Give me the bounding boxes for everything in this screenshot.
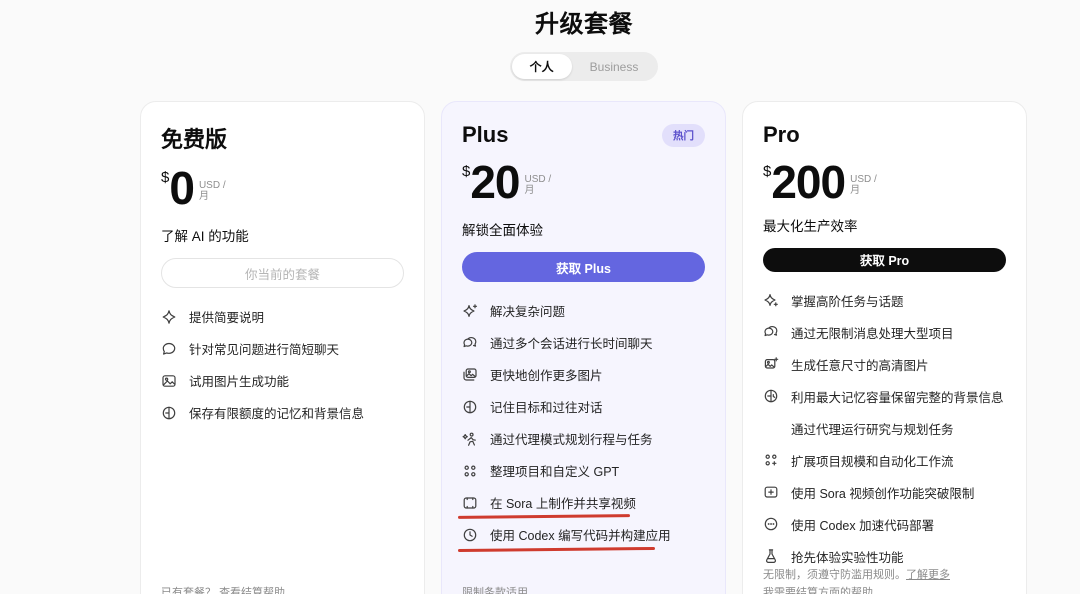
images-icon: [462, 367, 478, 383]
page-title: 升级套餐: [140, 4, 1028, 39]
plan-card-pro: Pro $ 200 USD / 月 最大化生产效率 获取 Pro 掌握高阶任务与…: [742, 101, 1027, 594]
red-underline-annotation: [458, 514, 630, 519]
feature-item: 在 Sora 上制作并共享视频: [462, 493, 705, 512]
learn-more-link[interactable]: 了解更多: [906, 569, 950, 581]
feature-item: 通过多个会话进行长时间聊天: [462, 333, 705, 352]
feature-item: 记住目标和过往对话: [462, 397, 705, 416]
feature-item: 使用 Codex 加速代码部署: [763, 515, 1006, 534]
feature-item: 提供简要说明: [161, 307, 404, 326]
memory-clock-icon: [763, 388, 779, 404]
agent-icon: [763, 420, 779, 436]
plan-description: 了解 AI 的功能: [161, 225, 404, 245]
feature-item: 生成任意尺寸的高清图片: [763, 355, 1006, 374]
video-icon: [462, 495, 478, 511]
plan-description: 最大化生产效率: [763, 215, 1006, 235]
plan-price-pro: $ 200 USD / 月: [763, 160, 1006, 204]
clock-icon: [462, 527, 478, 543]
images-plus-icon: [763, 356, 779, 372]
plan-card-free: 免费版 $ 0 USD / 月 了解 AI 的功能 你当前的套餐 提供简要说明 …: [140, 101, 425, 594]
feature-item: 使用 Sora 视频创作功能突破限制: [763, 483, 1006, 502]
feature-list: 掌握高阶任务与话题 通过无限制消息处理大型项目 生成任意尺寸的高清图片 利用最大…: [763, 291, 1006, 566]
chat-bubbles-icon: [763, 324, 779, 340]
memory-icon: [462, 399, 478, 415]
feature-item: 整理项目和自定义 GPT: [462, 461, 705, 480]
plan-type-toggle: 个人 Business: [510, 52, 659, 81]
video-plus-icon: [763, 484, 779, 500]
feature-item: 使用 Codex 编写代码并构建应用: [462, 525, 705, 544]
card-footer: 限制条款适用: [462, 584, 705, 594]
plan-card-plus: Plus 热门 $ 20 USD / 月 解锁全面体验 获取 Plus 解决复杂…: [441, 101, 726, 594]
get-pro-button[interactable]: 获取 Pro: [763, 248, 1006, 272]
toggle-business[interactable]: Business: [572, 54, 657, 79]
billing-help-link[interactable]: 查看结算帮助: [219, 587, 285, 594]
feature-list: 提供简要说明 针对常见问题进行简短聊天 试用图片生成功能 保存有限额度的记忆和背…: [161, 307, 404, 422]
price-amount: 200: [771, 160, 845, 204]
plan-description: 解锁全面体验: [462, 219, 705, 239]
sparkle-plus-icon: [462, 303, 478, 319]
card-footer: 无限制，须遵守防滥用规则。了解更多 我需要结算方面的帮助: [763, 566, 1006, 594]
red-underline-annotation: [458, 547, 655, 552]
plan-name-free: 免费版: [161, 122, 227, 154]
feature-item: 解决复杂问题: [462, 301, 705, 320]
feature-list: 解决复杂问题 通过多个会话进行长时间聊天 更快地创作更多图片 记住目标和过往对话…: [462, 301, 705, 544]
feature-item: 通过代理运行研究与规划任务: [763, 419, 1006, 438]
grid-icon: [462, 463, 478, 479]
sparkle-icon: [161, 309, 177, 325]
feature-item: 抢先体验实验性功能: [763, 547, 1006, 566]
sparkles-icon: [763, 292, 779, 308]
feature-item: 试用图片生成功能: [161, 371, 404, 390]
price-unit: USD / 月: [525, 174, 552, 196]
plan-price-plus: $ 20 USD / 月: [462, 160, 705, 208]
price-unit: USD / 月: [199, 180, 226, 202]
card-footer: 已有套餐？ 查看结算帮助: [161, 584, 404, 594]
feature-item: 通过代理模式规划行程与任务: [462, 429, 705, 448]
feature-item: 针对常见问题进行简短聊天: [161, 339, 404, 358]
feature-item: 利用最大记忆容量保留完整的背景信息: [763, 387, 1006, 406]
plan-price-free: $ 0 USD / 月: [161, 166, 404, 214]
feature-item: 掌握高阶任务与话题: [763, 291, 1006, 310]
price-amount: 0: [169, 166, 194, 210]
chat-bubbles-icon: [462, 335, 478, 351]
toggle-personal[interactable]: 个人: [512, 54, 572, 79]
feature-item: 更快地创作更多图片: [462, 365, 705, 384]
image-icon: [161, 373, 177, 389]
current-plan-button[interactable]: 你当前的套餐: [161, 258, 404, 288]
currency-symbol: $: [763, 163, 771, 180]
agent-icon: [462, 431, 478, 447]
codex-icon: [763, 516, 779, 532]
get-plus-button[interactable]: 获取 Plus: [462, 252, 705, 282]
currency-symbol: $: [161, 169, 169, 186]
billing-help-link[interactable]: 我需要结算方面的帮助: [763, 587, 873, 594]
currency-symbol: $: [462, 163, 470, 180]
feature-item: 扩展项目规模和自动化工作流: [763, 451, 1006, 470]
plan-name-pro: Pro: [763, 122, 800, 148]
price-unit: USD / 月: [850, 174, 877, 196]
plan-name-plus: Plus: [462, 122, 508, 148]
feature-item: 通过无限制消息处理大型项目: [763, 323, 1006, 342]
grid-plus-icon: [763, 452, 779, 468]
limits-apply-link[interactable]: 限制条款适用: [462, 587, 528, 594]
feature-item: 保存有限额度的记忆和背景信息: [161, 403, 404, 422]
price-amount: 20: [470, 160, 519, 204]
memory-icon: [161, 405, 177, 421]
plan-cards: 免费版 $ 0 USD / 月 了解 AI 的功能 你当前的套餐 提供简要说明 …: [140, 101, 1028, 594]
chat-icon: [161, 341, 177, 357]
flask-icon: [763, 548, 779, 564]
popular-badge: 热门: [662, 124, 705, 147]
